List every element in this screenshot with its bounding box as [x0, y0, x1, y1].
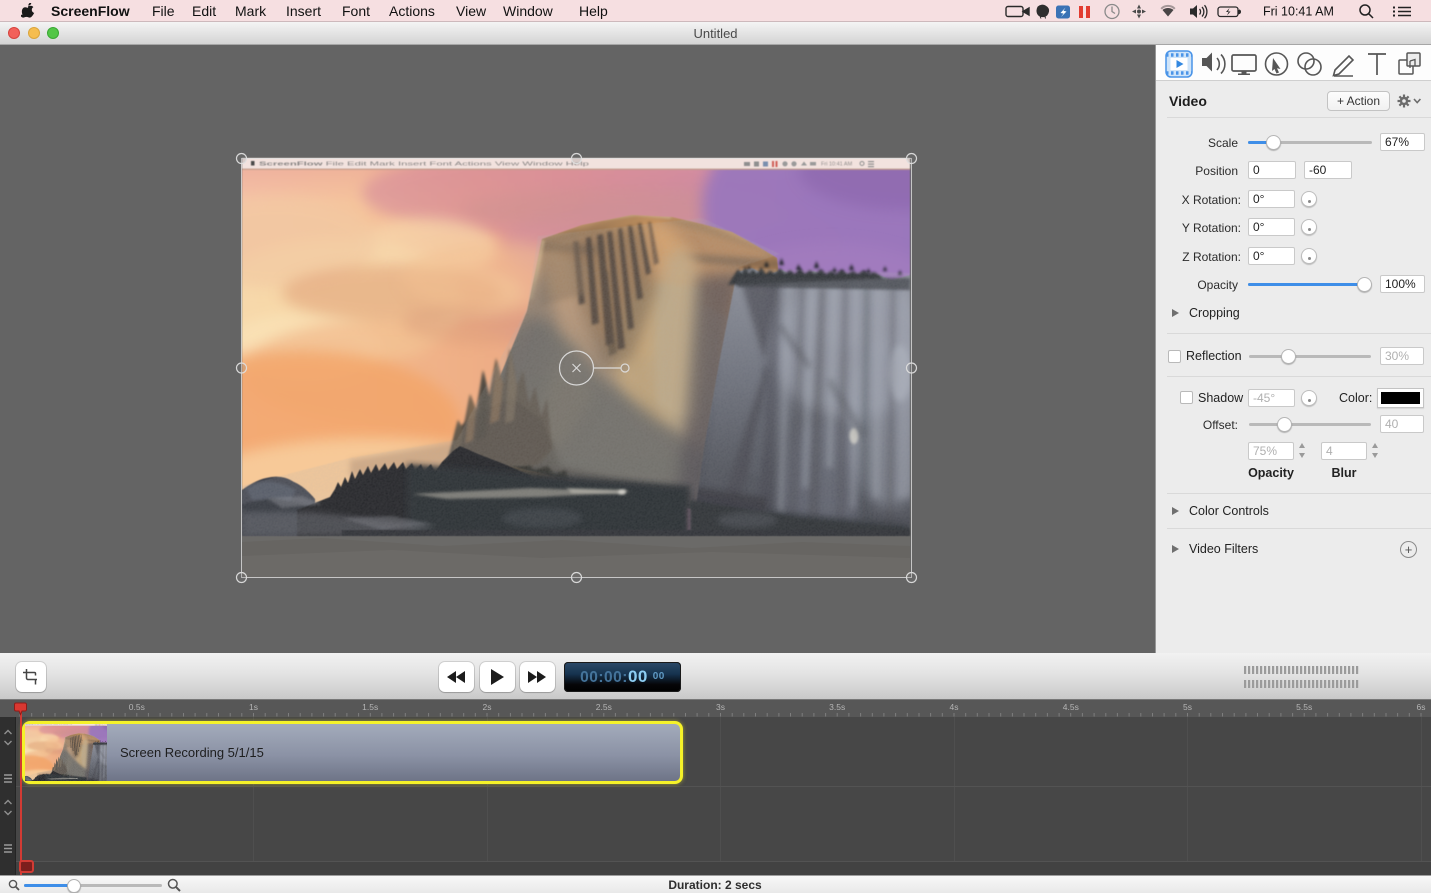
svg-text:2.5s: 2.5s	[596, 702, 612, 712]
svg-text:1s: 1s	[249, 702, 258, 712]
svg-text:Fri 10:41 AM: Fri 10:41 AM	[1263, 5, 1334, 19]
svg-text:5s: 5s	[1183, 702, 1192, 712]
svg-text:3s: 3s	[716, 702, 725, 712]
svg-text:4s: 4s	[950, 702, 959, 712]
svg-text:4.5s: 4.5s	[1063, 702, 1079, 712]
svg-text:6s: 6s	[1417, 702, 1426, 712]
svg-text:5.5s: 5.5s	[1296, 702, 1312, 712]
svg-text:2s: 2s	[483, 702, 492, 712]
svg-text:1.5s: 1.5s	[362, 702, 378, 712]
svg-text:0.5s: 0.5s	[129, 702, 145, 712]
svg-text:3.5s: 3.5s	[829, 702, 845, 712]
